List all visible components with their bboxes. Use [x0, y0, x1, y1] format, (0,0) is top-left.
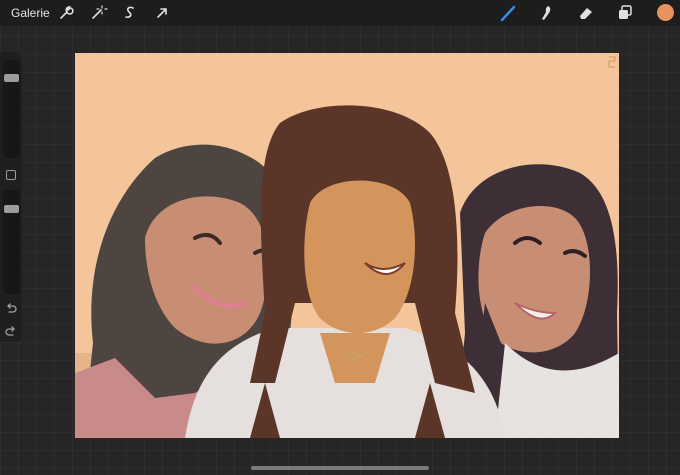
redo-icon[interactable]	[4, 325, 18, 339]
undo-icon[interactable]	[4, 302, 18, 316]
brush-icon[interactable]	[498, 3, 518, 23]
brush-size-slider[interactable]	[3, 60, 20, 158]
home-indicator[interactable]	[251, 466, 429, 470]
eraser-icon[interactable]	[576, 3, 596, 23]
modify-square-icon[interactable]	[6, 170, 16, 180]
magic-wand-icon[interactable]	[88, 3, 108, 23]
color-picker-button[interactable]	[657, 4, 674, 21]
wrench-icon[interactable]	[56, 3, 76, 23]
brush-size-thumb[interactable]	[4, 74, 19, 83]
artist-signature	[608, 56, 616, 68]
selection-s-icon[interactable]	[120, 3, 140, 23]
transform-arrow-icon[interactable]	[152, 3, 172, 23]
gallery-button[interactable]: Galerie	[11, 6, 50, 20]
top-toolbar: Galerie	[0, 0, 680, 26]
opacity-thumb[interactable]	[4, 205, 19, 214]
layers-icon[interactable]	[615, 3, 635, 23]
drawing-canvas[interactable]	[75, 53, 619, 438]
smudge-icon[interactable]	[536, 3, 556, 23]
portrait-artwork	[75, 53, 619, 438]
opacity-slider[interactable]	[3, 190, 20, 294]
left-sidebar	[0, 52, 22, 342]
